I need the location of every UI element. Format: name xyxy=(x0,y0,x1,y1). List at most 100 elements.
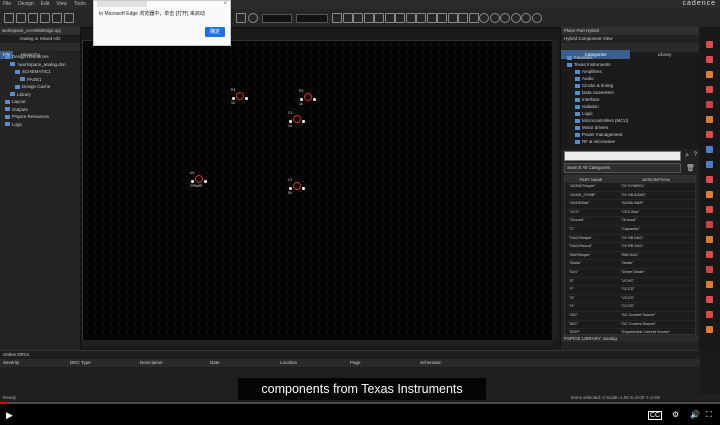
canvas-vertical-scrollbar[interactable] xyxy=(552,40,558,340)
ellipse-icon[interactable] xyxy=(447,13,458,23)
tool-icon[interactable] xyxy=(706,101,713,108)
gear-icon[interactable]: ⚙ xyxy=(672,410,679,419)
trash-icon[interactable]: 🗑 xyxy=(686,164,695,172)
tab-library[interactable]: Library xyxy=(630,50,699,59)
current-marker-icon[interactable] xyxy=(489,13,500,23)
project-tree-item[interactable]: Design Resources xyxy=(0,53,80,61)
run-icon[interactable] xyxy=(510,13,521,23)
table-row[interactable]: "E" "VCVS" xyxy=(565,278,695,287)
table-row[interactable]: "AGND/Bar" "AGND BAR" xyxy=(565,200,695,209)
bus-icon[interactable] xyxy=(353,13,363,23)
tool-icon[interactable] xyxy=(706,86,713,93)
category-tree-item[interactable]: Power management xyxy=(561,131,699,138)
col-part-name[interactable]: PART NAME xyxy=(565,176,617,183)
project-tree-item[interactable]: Outputs xyxy=(0,106,80,114)
tool-icon[interactable] xyxy=(706,131,713,138)
undo-icon[interactable] xyxy=(236,13,246,23)
arc-icon[interactable] xyxy=(458,13,468,23)
project-tree-item[interactable]: Logs xyxy=(0,121,80,129)
ground-icon[interactable] xyxy=(395,13,405,23)
progress-bar[interactable] xyxy=(0,402,720,404)
print-icon[interactable] xyxy=(40,13,50,23)
category-tree-item[interactable]: Logic xyxy=(561,110,699,117)
project-tree-item[interactable]: .\workspace_analog.dsn xyxy=(0,61,80,69)
table-row[interactable]: "F" "CCCS" xyxy=(565,286,695,295)
tool-icon[interactable] xyxy=(706,311,713,318)
table-row[interactable]: "VCC" "VCC Bus" xyxy=(565,209,695,218)
menu-item-file[interactable]: File xyxy=(3,1,11,7)
port-icon[interactable] xyxy=(405,13,416,23)
tool-icon[interactable] xyxy=(706,251,713,258)
dialog-ok-button[interactable]: 确定 xyxy=(205,27,225,37)
table-row[interactable]: "DAC/Round" "0V RB DAC" xyxy=(565,243,695,252)
tool-icon[interactable] xyxy=(706,116,713,123)
category-tree-item[interactable]: Data converters xyxy=(561,89,699,96)
tool-icon[interactable] xyxy=(706,146,713,153)
table-row[interactable]: "G" "VCCS" xyxy=(565,295,695,304)
schematic-part[interactable]: V1 5V xyxy=(288,178,306,195)
select-icon[interactable] xyxy=(332,13,342,23)
bias-icon[interactable] xyxy=(521,13,531,23)
rect-icon[interactable] xyxy=(437,13,447,23)
schematic-part[interactable]: R2 1k xyxy=(299,89,317,106)
cut-icon[interactable] xyxy=(52,13,62,23)
category-select[interactable]: Search All Categories xyxy=(564,163,681,173)
magnet-icon[interactable] xyxy=(248,13,258,23)
menu-item-tools[interactable]: Tools xyxy=(74,1,86,7)
save-icon[interactable] xyxy=(28,13,38,23)
schematic-part[interactable]: U1 OPAMP xyxy=(190,171,208,188)
tool-icon[interactable] xyxy=(706,56,713,63)
canvas-horizontal-scrollbar[interactable] xyxy=(82,340,552,346)
table-row[interactable]: "IDC" "DC Current Source" xyxy=(565,321,695,330)
tool-icon[interactable] xyxy=(706,221,713,228)
menu-item-design[interactable]: Design xyxy=(18,1,34,7)
category-tree-item[interactable]: Isolation xyxy=(561,103,699,110)
tool-icon[interactable] xyxy=(706,191,713,198)
schematic-canvas[interactable]: R1 1k R2 1k C1 1n U1 OPAMP V1 5V xyxy=(82,40,554,342)
schematic-part[interactable]: R1 1k xyxy=(231,88,249,105)
category-tree-item[interactable]: Motor drivers xyxy=(561,124,699,131)
help-icon[interactable]: ? xyxy=(694,152,697,158)
table-row[interactable]: "BW/Simple" "BW DAC" xyxy=(565,252,695,261)
tool-icon[interactable] xyxy=(706,206,713,213)
fullscreen-icon[interactable]: ⛶ xyxy=(706,410,712,420)
category-tree-item[interactable]: Texas Instruments xyxy=(561,61,699,68)
menu-item-view[interactable]: View xyxy=(56,1,67,7)
col-description[interactable]: DESCRIPTION xyxy=(617,176,695,183)
voltage-marker-icon[interactable] xyxy=(479,13,489,23)
tool-icon[interactable] xyxy=(706,176,713,183)
table-row[interactable]: "Dz1" "Zener Diode" xyxy=(565,269,695,278)
tool-icon[interactable] xyxy=(706,266,713,273)
close-icon[interactable]: × xyxy=(223,1,227,7)
drc-col-page[interactable]: Page xyxy=(350,359,361,367)
search-icon[interactable]: ⌕ xyxy=(685,152,689,160)
tool-icon[interactable] xyxy=(706,71,713,78)
zoom-field[interactable] xyxy=(262,14,292,23)
tool-icon[interactable] xyxy=(706,161,713,168)
project-tree-item[interactable]: Design Cache xyxy=(0,83,80,91)
open-icon[interactable] xyxy=(16,13,26,23)
table-row[interactable]: "AGND/Simple" "0V SYMBOL" xyxy=(565,183,695,192)
project-tree-item[interactable]: Layout xyxy=(0,98,80,106)
table-row[interactable]: "Diode" "Diode" xyxy=(565,260,695,269)
line-icon[interactable] xyxy=(426,13,437,23)
project-tab[interactable]: workspace_AAANMDsign.opj xyxy=(0,27,80,35)
menu-item-edit[interactable]: Edit xyxy=(41,1,50,7)
part-search-field[interactable] xyxy=(296,14,328,23)
table-row[interactable]: "C" "Capacitor" xyxy=(565,226,695,235)
table-row[interactable]: "AGND_SYMB" "0V SB AGND" xyxy=(565,192,695,201)
drc-col-schematic[interactable]: Schematic xyxy=(420,359,441,367)
tool-icon[interactable] xyxy=(706,326,713,333)
power-icon[interactable] xyxy=(384,13,395,23)
category-tree-item[interactable]: Microcontrollers (MCU) xyxy=(561,117,699,124)
drc-col-drc-type[interactable]: DRC Type xyxy=(70,359,91,367)
part-search-input[interactable] xyxy=(564,151,681,161)
category-tree-item[interactable]: RF & microwave xyxy=(561,138,699,145)
drc-col-date[interactable]: Date xyxy=(210,359,220,367)
project-tree-item[interactable]: SCHEMATIC1 xyxy=(0,68,80,76)
power-marker-icon[interactable] xyxy=(500,13,510,23)
net-alias-icon[interactable] xyxy=(374,13,384,23)
category-tree-item[interactable]: Audio xyxy=(561,75,699,82)
project-tree-item[interactable]: PSpice Resources xyxy=(0,113,80,121)
category-tree-item[interactable]: Amplifiers xyxy=(561,68,699,75)
